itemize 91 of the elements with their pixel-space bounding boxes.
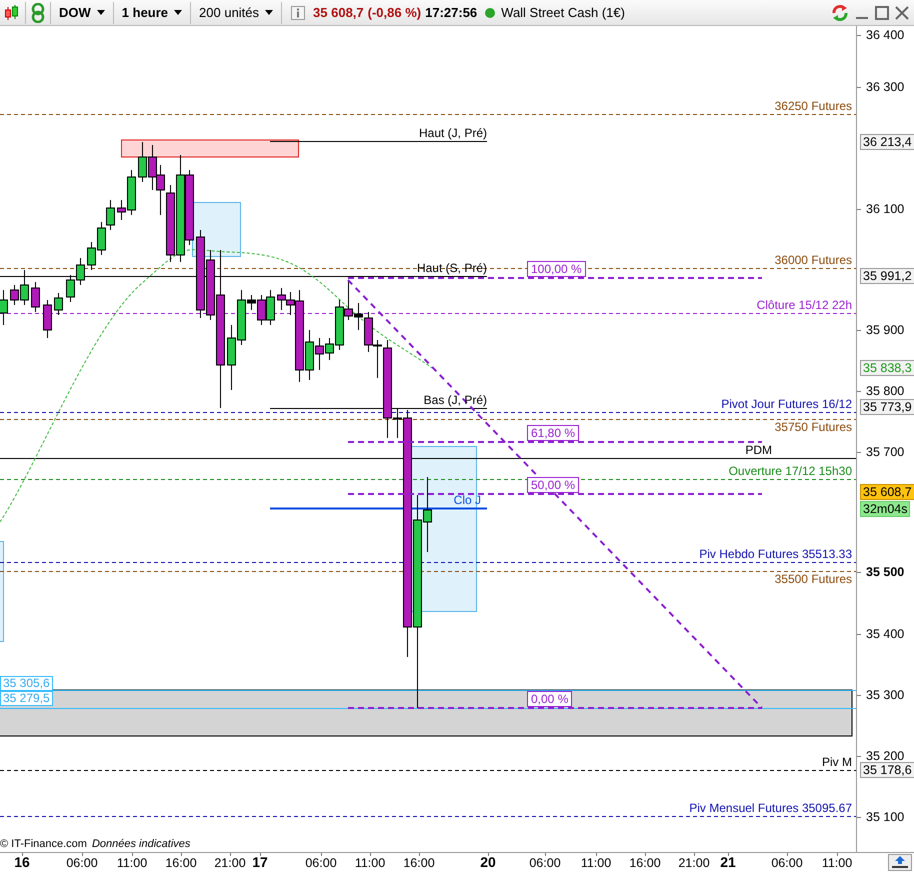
refresh-icon <box>832 4 848 21</box>
time-tick: 11:00 <box>822 856 852 870</box>
zone-price-tag: 35 305,6 <box>0 676 53 691</box>
level-label: Piv Hebdo Futures 35513.33 <box>699 548 852 561</box>
price-tick: 35 800 <box>866 384 904 398</box>
candle <box>87 242 96 270</box>
level-label: 36250 Futures <box>774 100 852 113</box>
price-tick: 35 400 <box>866 627 904 641</box>
level-label: 35500 Futures <box>774 573 852 586</box>
clock-time: 17:27:56 <box>425 5 478 20</box>
level-label: Haut (J, Pré) <box>418 127 487 140</box>
time-tick: 21:00 <box>214 856 246 870</box>
fibonacci-label: 61,80 % <box>527 425 580 441</box>
candle <box>106 200 115 230</box>
close-icon <box>895 6 909 20</box>
copyright-text: © IT-Finance.com <box>0 838 87 850</box>
caret-icon <box>265 10 274 15</box>
time-tick: 06:00 <box>771 856 803 870</box>
zone-price-tag: 35 279,5 <box>0 691 53 706</box>
price-tag: 35 991,2 <box>860 268 914 284</box>
caret-icon <box>174 10 182 15</box>
caret-icon <box>96 10 105 15</box>
market-name: Wall Street Cash (1€) <box>501 5 625 20</box>
level-label: PDM <box>745 444 772 457</box>
instrument-dropdown[interactable]: DOW <box>54 0 110 24</box>
time-tick: 11:00 <box>354 856 386 870</box>
time-tick: 21 <box>720 854 736 870</box>
time-tick: 06:00 <box>66 856 98 870</box>
data-disclaimer: Données indicatives <box>92 838 190 850</box>
info-icon <box>291 6 306 20</box>
time-tick: 11:00 <box>116 856 148 870</box>
time-tick: 16:00 <box>165 856 197 870</box>
price-tick: 35 100 <box>866 810 904 824</box>
price-change: (-0,86 %) <box>368 5 422 20</box>
candle <box>266 290 275 326</box>
fibonacci-label: 50,00 % <box>527 477 580 493</box>
link-button[interactable] <box>29 0 47 24</box>
candle <box>43 300 52 338</box>
candle <box>31 282 40 312</box>
price-tick: 35 500 <box>866 565 904 579</box>
fibonacci-label: 100,00 % <box>527 261 586 277</box>
price-tick: 35 300 <box>866 688 904 702</box>
candle <box>76 258 85 286</box>
price-tick: 35 200 <box>866 749 904 763</box>
maximize-icon <box>875 6 889 20</box>
candle <box>277 288 286 310</box>
price-tag: 35 608,7 <box>860 484 914 500</box>
candlestick-icon <box>5 4 18 20</box>
candle <box>0 290 8 326</box>
price-tick: 36 100 <box>866 202 904 216</box>
time-tick: 20 <box>480 854 496 870</box>
units-dropdown[interactable]: 200 unités <box>194 0 278 24</box>
level-label: 35750 Futures <box>774 421 852 434</box>
price-tag: 35 838,3 <box>860 360 914 376</box>
candle <box>54 292 63 316</box>
time-tick: 21:00 <box>678 856 710 870</box>
fibonacci-label: 0,00 % <box>527 691 572 707</box>
level-label: Haut (S, Pré) <box>416 262 487 275</box>
candle <box>97 222 106 256</box>
price-tag: 36 213,4 <box>860 134 914 150</box>
time-tick: 06:00 <box>305 856 337 870</box>
upload-arrow-icon <box>892 856 908 868</box>
minimize-icon <box>856 16 868 18</box>
candle <box>227 324 236 390</box>
level-label: Piv Mensuel Futures 35095.67 <box>689 802 852 815</box>
price-tick: 36 400 <box>866 28 904 42</box>
level-label: Pivot Jour Futures 16/12 <box>721 398 852 411</box>
level-label: Clôture 15/12 22h <box>756 299 852 312</box>
level-label: Ouverture 17/12 15h30 <box>728 465 852 478</box>
price-tag: 35 773,9 <box>860 399 914 415</box>
level-label: 36000 Futures <box>774 254 852 267</box>
scroll-to-latest-button[interactable] <box>888 854 912 871</box>
level-label: Piv M <box>822 756 852 769</box>
price-tick: 36 300 <box>866 80 904 94</box>
candle <box>148 144 157 190</box>
last-price: 35 608,7 <box>313 5 364 20</box>
time-tick: 16:00 <box>403 856 435 870</box>
chain-link-icon <box>32 2 44 22</box>
time-tick: 06:00 <box>529 856 561 870</box>
price-tick: 35 900 <box>866 323 904 337</box>
time-tick: 16:00 <box>629 856 661 870</box>
candle <box>66 274 75 302</box>
candle <box>138 142 147 182</box>
price-tag: 35 178,6 <box>860 762 914 778</box>
time-tick: 17 <box>252 854 268 870</box>
price-tag: 32m04s <box>860 501 910 517</box>
level-label: Bas (J, Pré) <box>424 394 487 407</box>
time-tick: 16 <box>14 854 30 870</box>
timeframe-dropdown[interactable]: 1 heure <box>116 0 188 24</box>
time-tick: 11:00 <box>580 856 612 870</box>
price-tick: 35 700 <box>866 445 904 459</box>
